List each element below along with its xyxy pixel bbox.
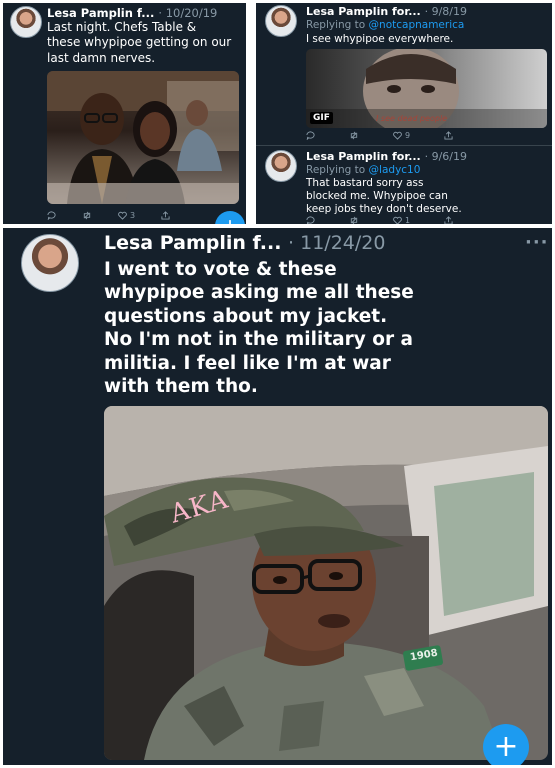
compose-button[interactable]: + xyxy=(483,724,529,765)
share-button[interactable] xyxy=(444,216,453,224)
tweet-text-line: blocked me. Whypipoe can xyxy=(306,189,448,202)
reply-button[interactable] xyxy=(306,131,315,140)
author-name[interactable]: Lesa Pamplin for... xyxy=(306,150,421,163)
compose-button[interactable]: + xyxy=(215,211,245,224)
tweet-panel-3: Lesa Pamplin f... · 11/24/20 ··· I went … xyxy=(3,228,552,765)
plus-icon: + xyxy=(222,216,239,224)
avatar[interactable] xyxy=(21,234,79,292)
tweet-text-line: I went to vote & these xyxy=(104,259,337,280)
share-icon xyxy=(161,211,170,220)
tweet-text-line: keep jobs they don't deserve. xyxy=(306,202,462,215)
replying-label: Replying to xyxy=(306,164,366,176)
retweet-button[interactable] xyxy=(82,211,92,220)
avatar[interactable] xyxy=(265,150,297,182)
heart-icon xyxy=(118,211,127,220)
like-button[interactable]: 9 xyxy=(393,131,410,140)
tweet-text-line: questions about my jacket. xyxy=(104,305,388,327)
gif-badge: GIF xyxy=(310,112,333,124)
tweet-text-line: No I'm not in the military or a xyxy=(104,329,414,351)
tweet-gif[interactable]: GIF I see dead people xyxy=(306,49,547,128)
more-options-icon[interactable]: ··· xyxy=(525,232,549,253)
author-name[interactable]: Lesa Pamplin f... xyxy=(104,232,281,254)
avatar[interactable] xyxy=(265,5,297,37)
replying-to: Replying to @notcapnamerica xyxy=(306,19,464,31)
tweet-text-line: whypipoe asking me all these xyxy=(104,282,414,304)
heart-icon xyxy=(393,131,402,140)
tweet-text-line: with them tho. xyxy=(104,376,258,398)
like-button[interactable]: 3 xyxy=(118,211,135,220)
reply-icon xyxy=(306,131,315,140)
tweet-text: I went to vote & these whypipoe asking m… xyxy=(104,258,414,399)
retweet-icon xyxy=(350,216,358,224)
restaurant-photo xyxy=(47,71,239,204)
tweet-text: Last night. Chefs Table & these whypipoe… xyxy=(47,20,231,66)
like-count: 1 xyxy=(405,216,411,224)
like-count: 9 xyxy=(405,131,411,140)
heart-icon xyxy=(393,216,402,224)
tweet-separator xyxy=(256,145,552,146)
tweet-text-line: these whypipoe getting on our xyxy=(47,35,232,50)
avatar[interactable] xyxy=(10,6,42,38)
tweet-text-line: last damn nerves. xyxy=(47,50,156,65)
tweet-author[interactable]: Lesa Pamplin for... · 9/8/19 xyxy=(306,5,467,18)
reply-icon xyxy=(47,211,56,220)
share-icon xyxy=(444,131,453,140)
tweet-text-line: I see whypipoe everywhere. xyxy=(306,33,454,45)
tweet-date[interactable]: · 9/8/19 xyxy=(425,5,467,18)
retweet-icon xyxy=(350,131,358,140)
tweet-text-line: That bastard sorry ass xyxy=(306,177,424,189)
retweet-button[interactable] xyxy=(349,131,359,140)
tweet-author[interactable]: Lesa Pamplin f... · 10/20/19 xyxy=(47,6,217,20)
tweet-date[interactable]: · 10/20/19 xyxy=(158,6,217,20)
tweet-text-line: Last night. Chefs Table & xyxy=(47,20,197,34)
gif-caption: I see dead people xyxy=(376,114,448,123)
author-name[interactable]: Lesa Pamplin for... xyxy=(306,5,421,18)
car-selfie-photo xyxy=(104,406,548,760)
share-button[interactable] xyxy=(161,211,170,220)
tweet-panel-1: Lesa Pamplin f... · 10/20/19 Last night.… xyxy=(3,3,246,224)
tweet-author[interactable]: Lesa Pamplin for... · 9/6/19 xyxy=(306,150,467,163)
tweet-date[interactable]: · 9/6/19 xyxy=(425,150,467,163)
tweet-photo[interactable]: AKA 1908 xyxy=(104,406,548,760)
reply-button[interactable] xyxy=(306,216,315,224)
tweet-date[interactable]: · 11/24/20 xyxy=(288,232,385,254)
replying-label: Replying to xyxy=(306,19,366,31)
tweet-text: That bastard sorry ass blocked me. Whypi… xyxy=(306,177,462,215)
reply-button[interactable] xyxy=(47,211,56,220)
tweet-panel-2: Lesa Pamplin for... · 9/8/19 Replying to… xyxy=(256,3,552,224)
like-button[interactable]: 1 xyxy=(393,216,410,224)
tweet-actions: 9 xyxy=(306,131,453,140)
author-name[interactable]: Lesa Pamplin f... xyxy=(47,6,154,20)
tweet-author[interactable]: Lesa Pamplin f... · 11/24/20 xyxy=(104,232,385,254)
tweet-actions: 3 xyxy=(47,211,170,220)
retweet-icon xyxy=(83,211,91,220)
share-icon xyxy=(444,216,453,224)
like-count: 3 xyxy=(130,211,136,220)
replying-to: Replying to @ladyc10 xyxy=(306,164,420,176)
tweet-actions: 1 xyxy=(306,216,453,224)
replying-handle[interactable]: @notcapnamerica xyxy=(369,19,465,31)
tweet-photo[interactable] xyxy=(47,71,239,204)
replying-handle[interactable]: @ladyc10 xyxy=(369,164,421,176)
reply-icon xyxy=(306,216,315,224)
plus-icon: + xyxy=(493,729,519,764)
tweet-text-line: militia. I feel like I'm at war xyxy=(104,352,391,374)
share-button[interactable] xyxy=(444,131,453,140)
tweet-text: I see whypipoe everywhere. xyxy=(306,33,453,46)
retweet-button[interactable] xyxy=(349,216,359,224)
